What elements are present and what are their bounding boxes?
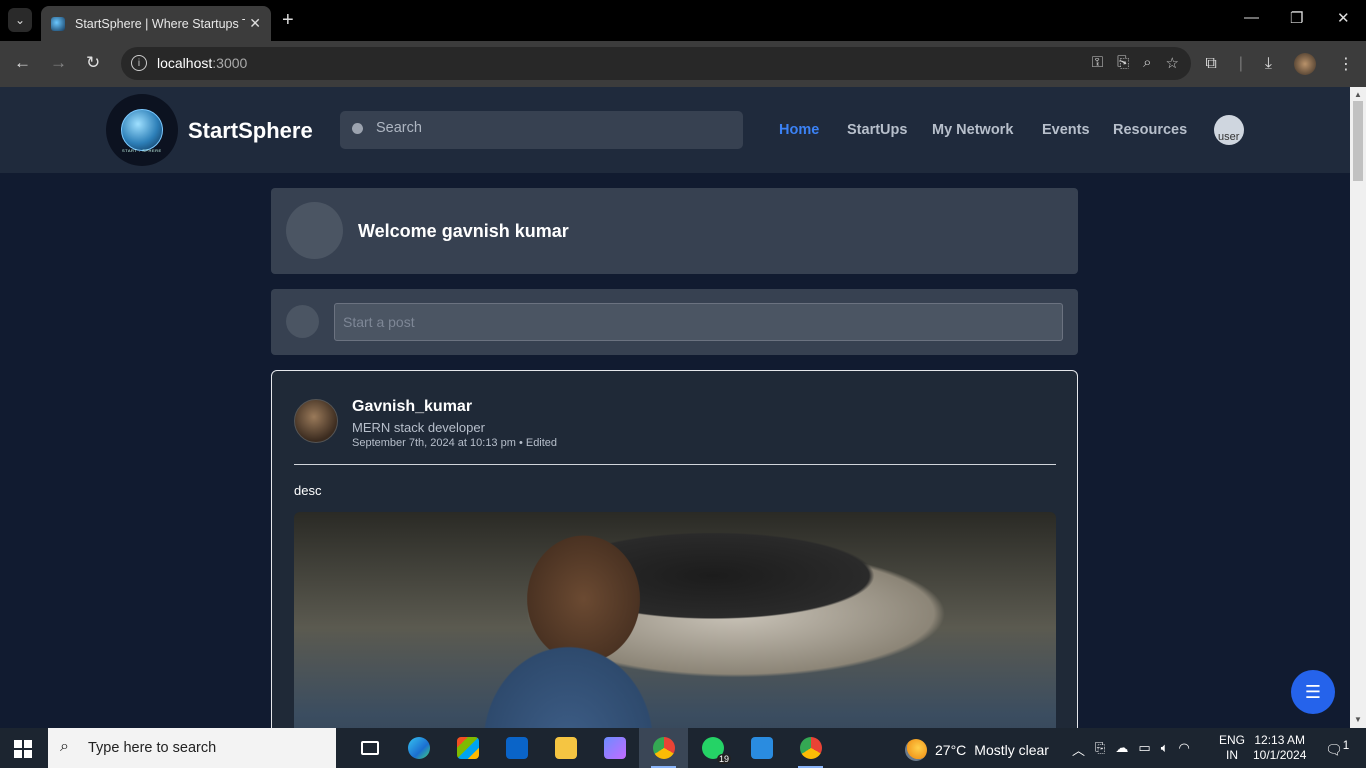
file-explorer-icon[interactable] bbox=[541, 728, 590, 768]
tab-search-menu-button[interactable]: ⌄ bbox=[8, 8, 32, 32]
chrome-profile-icon[interactable] bbox=[786, 728, 835, 768]
meet-now-icon[interactable]: ⎘ bbox=[1095, 740, 1105, 759]
composer-avatar bbox=[286, 305, 319, 338]
weather-desc: Mostly clear bbox=[974, 742, 1049, 758]
post-author-name[interactable]: Gavnish_kumar bbox=[352, 398, 472, 416]
page-scrollbar[interactable]: ▲ ▼ bbox=[1350, 87, 1366, 728]
welcome-heading: Welcome gavnish kumar bbox=[358, 221, 569, 241]
browser-menu-icon[interactable]: ⋮ bbox=[1338, 54, 1354, 74]
profile-avatar[interactable] bbox=[1294, 53, 1316, 75]
nav-events[interactable]: Events bbox=[1042, 122, 1090, 138]
search-icon bbox=[352, 123, 363, 134]
nav-home[interactable]: Home bbox=[779, 122, 819, 138]
copilot-icon[interactable] bbox=[590, 728, 639, 768]
weather-temp: 27°C bbox=[935, 742, 967, 758]
address-bar[interactable]: i localhost:3000 ⚿ ⎘ ⌕ ☆ bbox=[121, 47, 1191, 80]
post-author-role: MERN stack developer bbox=[352, 420, 485, 435]
wifi-icon[interactable]: ◠ bbox=[1179, 740, 1190, 759]
vscode-icon[interactable] bbox=[737, 728, 786, 768]
logo-caption: START - SPHERE bbox=[122, 148, 162, 153]
page-viewport: START - SPHERE StartSphere Home StartUps… bbox=[0, 87, 1350, 728]
post-composer bbox=[271, 289, 1078, 355]
windows-start-icon[interactable] bbox=[14, 740, 32, 758]
scroll-thumb[interactable] bbox=[1353, 101, 1363, 181]
whatsapp-badge: 19 bbox=[716, 754, 731, 764]
password-key-icon[interactable]: ⚿ bbox=[1092, 54, 1103, 72]
post-divider bbox=[294, 464, 1056, 465]
browser-toolbar: ← → ↻ i localhost:3000 ⚿ ⎘ ⌕ ☆ ⧉ | ⤓ ⋮ bbox=[0, 41, 1366, 87]
nav-my-network[interactable]: My Network bbox=[932, 122, 1013, 138]
toolbar-divider: | bbox=[1238, 55, 1243, 72]
site-logo[interactable] bbox=[106, 94, 178, 166]
browser-tab[interactable]: StartSphere | Where Startups Ta ✕ bbox=[41, 6, 271, 41]
forward-icon[interactable]: → bbox=[50, 53, 67, 73]
install-app-icon[interactable]: ⎘ bbox=[1117, 54, 1129, 72]
post-timestamp: September 7th, 2024 at 10:13 pm • Edited bbox=[352, 437, 558, 449]
site-info-icon[interactable]: i bbox=[131, 55, 147, 71]
notification-count: 1 bbox=[1342, 739, 1350, 752]
moon-cloud-icon bbox=[905, 739, 927, 761]
menu-lines-icon: ☰ bbox=[1304, 681, 1322, 702]
close-window-icon[interactable]: ✕ bbox=[1337, 9, 1350, 27]
user-avatar-alt: user bbox=[1218, 131, 1240, 143]
system-tray: ︿ ⎘ ☁ ▭ 🔈︎ ◠ bbox=[1072, 740, 1190, 759]
start-post-input[interactable] bbox=[334, 303, 1063, 341]
post-description: desc bbox=[294, 483, 322, 498]
globe-logo-icon bbox=[121, 109, 163, 151]
scroll-down-icon[interactable]: ▼ bbox=[1354, 715, 1362, 724]
tab-close-icon[interactable]: ✕ bbox=[249, 15, 261, 32]
battery-icon[interactable]: ▭ bbox=[1138, 740, 1150, 759]
search-input[interactable] bbox=[376, 120, 726, 136]
bookmark-star-icon[interactable]: ☆ bbox=[1166, 54, 1179, 72]
post-image[interactable] bbox=[294, 512, 1056, 728]
taskbar-search-icon: ⌕ bbox=[60, 738, 69, 755]
outlook-icon[interactable] bbox=[492, 728, 541, 768]
brand-name[interactable]: StartSphere bbox=[188, 118, 313, 144]
clock[interactable]: 12:13 AM 10/1/2024 bbox=[1253, 733, 1306, 763]
welcome-avatar[interactable] bbox=[286, 202, 343, 259]
back-icon[interactable]: ← bbox=[14, 53, 31, 73]
zoom-icon[interactable]: ⌕ bbox=[1143, 54, 1151, 72]
new-tab-icon[interactable]: + bbox=[282, 9, 294, 32]
weather-widget[interactable]: 27°C Mostly clear bbox=[905, 739, 1049, 761]
browser-tab-bar: ⌄ StartSphere | Where Startups Ta ✕ + — … bbox=[0, 0, 1366, 41]
site-favicon-icon bbox=[51, 16, 65, 31]
volume-icon[interactable]: 🔈︎ bbox=[1161, 740, 1169, 759]
taskbar-search-text: Type here to search bbox=[88, 740, 217, 756]
edge-icon[interactable] bbox=[394, 728, 443, 768]
feed-post: Gavnish_kumar MERN stack developer Septe… bbox=[271, 370, 1078, 728]
url-text: localhost:3000 bbox=[157, 55, 248, 71]
taskbar-search[interactable]: ⌕ Type here to search bbox=[48, 728, 336, 768]
tab-title: StartSphere | Where Startups Ta bbox=[75, 16, 245, 31]
author-avatar[interactable] bbox=[294, 399, 338, 443]
welcome-card: Welcome gavnish kumar bbox=[271, 188, 1078, 274]
minimize-icon[interactable]: — bbox=[1244, 9, 1259, 26]
show-hidden-icons-icon[interactable]: ︿ bbox=[1072, 740, 1085, 759]
chrome-icon[interactable] bbox=[639, 728, 688, 768]
whatsapp-icon[interactable]: 19 bbox=[688, 728, 737, 768]
notification-center-icon[interactable]: 🗨︎1 bbox=[1325, 739, 1349, 759]
user-avatar[interactable]: user bbox=[1214, 115, 1244, 145]
onedrive-icon[interactable]: ☁ bbox=[1115, 740, 1128, 759]
reload-icon[interactable]: ↻ bbox=[86, 53, 100, 73]
extensions-icon[interactable]: ⧉ bbox=[1205, 55, 1216, 73]
downloads-icon[interactable]: ⤓ bbox=[1265, 55, 1272, 73]
input-language[interactable]: ENG IN bbox=[1219, 733, 1245, 763]
windows-taskbar: ⌕ Type here to search 19 27°C Mostly cle… bbox=[0, 728, 1366, 768]
site-header: START - SPHERE StartSphere Home StartUps… bbox=[0, 87, 1350, 173]
floating-menu-button[interactable]: ☰ bbox=[1291, 670, 1335, 714]
site-search[interactable] bbox=[340, 111, 743, 149]
task-view-icon[interactable] bbox=[345, 728, 394, 768]
scroll-up-icon[interactable]: ▲ bbox=[1354, 90, 1362, 99]
nav-startups[interactable]: StartUps bbox=[847, 122, 907, 138]
nav-resources[interactable]: Resources bbox=[1113, 122, 1187, 138]
restore-icon[interactable]: ❐ bbox=[1290, 9, 1303, 27]
microsoft-store-icon[interactable] bbox=[443, 728, 492, 768]
